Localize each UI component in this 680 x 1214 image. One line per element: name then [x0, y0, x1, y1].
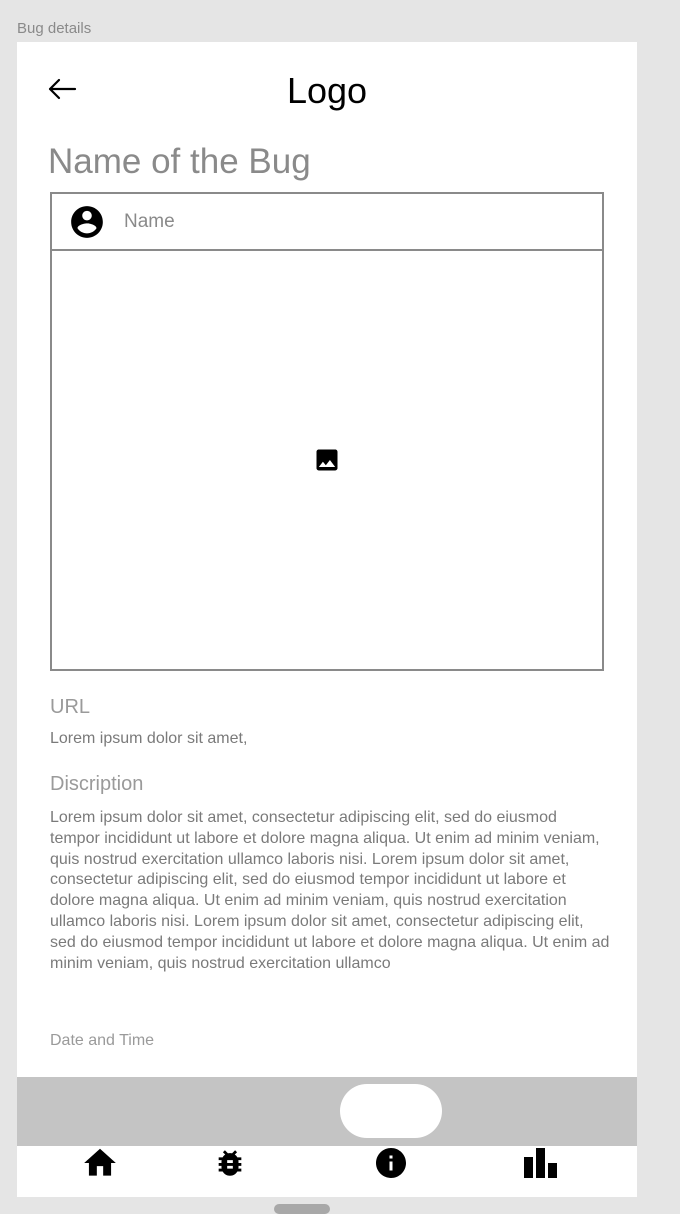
bottom-sheet — [17, 1077, 637, 1146]
bug-title: Name of the Bug — [48, 142, 311, 181]
nav-bugs[interactable] — [204, 1146, 256, 1180]
nav-stats[interactable] — [515, 1146, 567, 1180]
bug-icon — [218, 1150, 242, 1176]
action-pill-button[interactable] — [340, 1084, 442, 1138]
account-circle-icon — [68, 203, 106, 241]
home-icon — [84, 1148, 116, 1176]
home-indicator-handle[interactable] — [274, 1204, 330, 1214]
app-logo: Logo — [286, 70, 368, 111]
url-value[interactable]: Lorem ipsum dolor sit amet, — [50, 730, 247, 748]
nav-home[interactable] — [74, 1146, 126, 1180]
info-icon — [376, 1148, 406, 1178]
nav-info[interactable] — [365, 1146, 417, 1180]
bar-chart-icon — [524, 1148, 557, 1178]
bug-screenshot-placeholder — [52, 251, 602, 669]
reporter-name: Name — [124, 210, 175, 232]
description-label: Discription — [50, 773, 144, 795]
image-icon — [316, 449, 338, 471]
description-text: Lorem ipsum dolor sit amet, consectetur … — [50, 809, 610, 972]
frame-label: Bug details — [17, 20, 92, 37]
reporter-row: Name — [52, 194, 602, 251]
bug-details-screen: Logo Name of the Bug Name URL Lorem ipsu… — [17, 42, 637, 1197]
url-label: URL — [50, 696, 91, 718]
bug-card: Name — [50, 192, 604, 671]
date-time-label: Date and Time — [50, 1032, 155, 1049]
bottom-nav — [17, 1146, 637, 1197]
